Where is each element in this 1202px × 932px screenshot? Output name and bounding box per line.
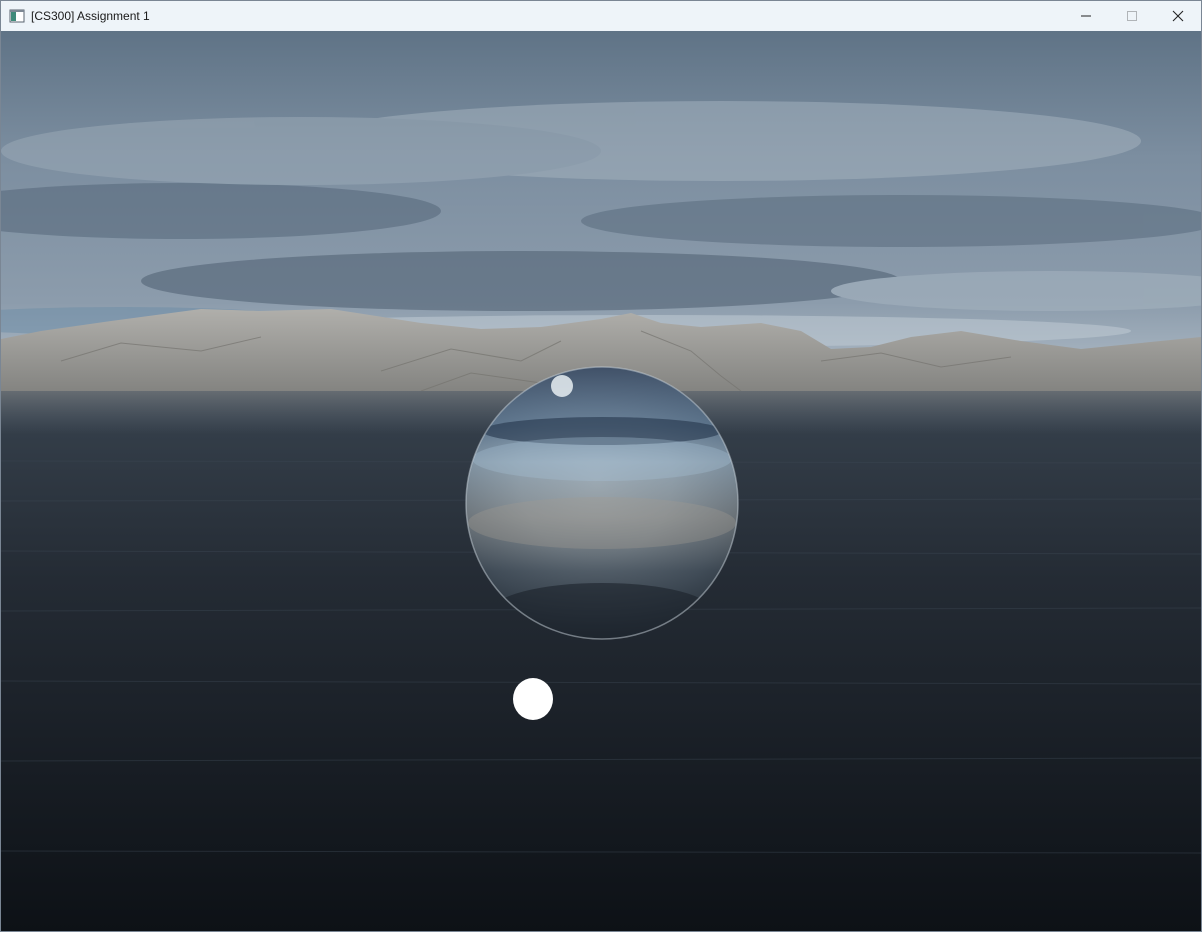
render-viewport[interactable] bbox=[1, 31, 1201, 931]
minimize-button[interactable] bbox=[1063, 1, 1109, 31]
maximize-icon bbox=[1127, 11, 1137, 21]
title-bar[interactable]: [CS300] Assignment 1 bbox=[1, 1, 1201, 31]
specular-highlight bbox=[551, 375, 573, 397]
light-source bbox=[513, 678, 553, 720]
maximize-button[interactable] bbox=[1109, 1, 1155, 31]
app-window: [CS300] Assignment 1 bbox=[0, 0, 1202, 932]
close-icon bbox=[1172, 10, 1184, 22]
window-title: [CS300] Assignment 1 bbox=[31, 9, 150, 23]
minimize-icon bbox=[1081, 15, 1091, 17]
window-controls bbox=[1063, 1, 1201, 31]
app-window-icon bbox=[9, 9, 25, 23]
close-button[interactable] bbox=[1155, 1, 1201, 31]
scene-canvas bbox=[1, 31, 1201, 931]
reflective-sphere bbox=[465, 366, 739, 640]
clouds bbox=[1, 101, 1201, 347]
